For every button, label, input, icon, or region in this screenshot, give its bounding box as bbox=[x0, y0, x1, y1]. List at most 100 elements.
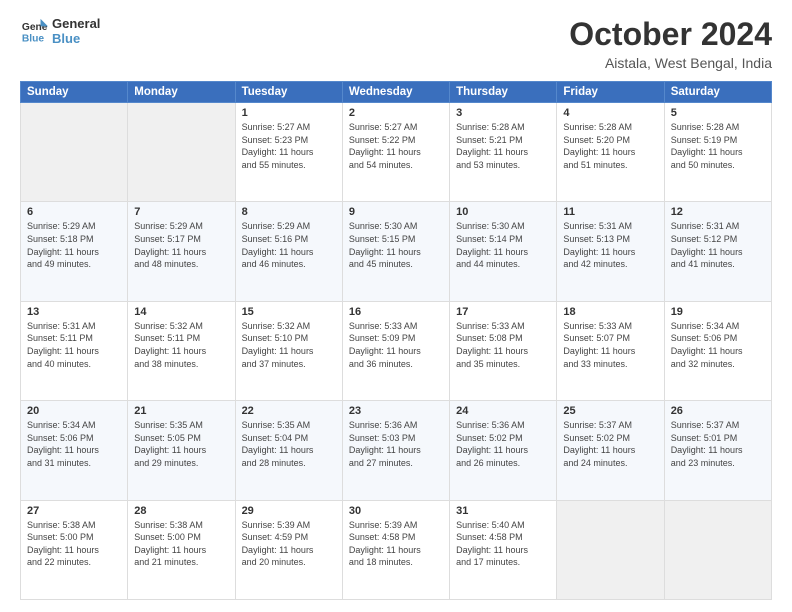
day-number: 29 bbox=[242, 505, 336, 517]
day-cell: 23Sunrise: 5:36 AM Sunset: 5:03 PM Dayli… bbox=[342, 401, 449, 500]
day-number: 24 bbox=[456, 405, 550, 417]
col-tuesday: Tuesday bbox=[235, 82, 342, 103]
location: Aistala, West Bengal, India bbox=[569, 55, 772, 71]
day-number: 7 bbox=[134, 206, 228, 218]
day-number: 9 bbox=[349, 206, 443, 218]
day-number: 25 bbox=[563, 405, 657, 417]
day-cell: 24 Sunrise: 5:36 AM Sunset: 5:02 PM Dayli… bbox=[450, 401, 557, 500]
svg-text:Blue: Blue bbox=[22, 33, 45, 44]
calendar-table: Sunday Monday Tuesday Wednesday Thursday… bbox=[20, 81, 772, 600]
page: General Blue General Blue October 2024 A… bbox=[0, 0, 792, 612]
day-info: Sunrise: 5:28 AM Sunset: 5:19 PM Dayligh… bbox=[671, 121, 765, 171]
day-cell bbox=[664, 500, 771, 599]
day-cell bbox=[128, 103, 235, 202]
day-info: Sunrise: 5:29 AM Sunset: 5:17 PM Dayligh… bbox=[134, 220, 228, 270]
day-cell: 31 Sunrise: 5:40 AM Sunset: 4:58 PM Dayli… bbox=[450, 500, 557, 599]
day-info: Sunrise: 5:30 AM Sunset: 5:15 PM Dayligh… bbox=[349, 220, 443, 270]
day-number: 6 bbox=[27, 206, 121, 218]
day-cell: 5Sunrise: 5:28 AM Sunset: 5:19 PM Daylig… bbox=[664, 103, 771, 202]
day-number: 28 bbox=[134, 505, 228, 517]
day-info: Sunrise: 5:29 AM Sunset: 5:16 PM Dayligh… bbox=[242, 220, 336, 270]
week-row-4: 20 Sunrise: 5:34 AM Sunset: 5:06 PM Dayli… bbox=[21, 401, 772, 500]
day-cell: 3 Sunrise: 5:28 AM Sunset: 5:21 PM Daylig… bbox=[450, 103, 557, 202]
day-cell: 19Sunrise: 5:34 AM Sunset: 5:06 PM Dayli… bbox=[664, 301, 771, 400]
day-info: Sunrise: 5:36 AM Sunset: 5:02 PM Dayligh… bbox=[456, 419, 550, 469]
day-cell: 9 Sunrise: 5:30 AM Sunset: 5:15 PM Daylig… bbox=[342, 202, 449, 301]
day-cell: 16 Sunrise: 5:33 AM Sunset: 5:09 PM Dayli… bbox=[342, 301, 449, 400]
day-cell: 7 Sunrise: 5:29 AM Sunset: 5:17 PM Daylig… bbox=[128, 202, 235, 301]
day-info: Sunrise: 5:31 AM Sunset: 5:12 PM Dayligh… bbox=[671, 220, 765, 270]
logo-line1: General bbox=[52, 16, 100, 31]
day-cell: 29 Sunrise: 5:39 AM Sunset: 4:59 PM Dayli… bbox=[235, 500, 342, 599]
day-info: Sunrise: 5:33 AM Sunset: 5:08 PM Dayligh… bbox=[456, 320, 550, 370]
day-number: 18 bbox=[563, 306, 657, 318]
day-info: Sunrise: 5:35 AM Sunset: 5:04 PM Dayligh… bbox=[242, 419, 336, 469]
day-cell: 28 Sunrise: 5:38 AM Sunset: 5:00 PM Dayli… bbox=[128, 500, 235, 599]
day-number: 16 bbox=[349, 306, 443, 318]
day-cell: 21Sunrise: 5:35 AM Sunset: 5:05 PM Dayli… bbox=[128, 401, 235, 500]
day-cell: 14 Sunrise: 5:32 AM Sunset: 5:11 PM Dayli… bbox=[128, 301, 235, 400]
day-number: 11 bbox=[563, 206, 657, 218]
day-info: Sunrise: 5:30 AM Sunset: 5:14 PM Dayligh… bbox=[456, 220, 550, 270]
day-cell bbox=[21, 103, 128, 202]
day-number: 26 bbox=[671, 405, 765, 417]
day-cell: 4 Sunrise: 5:28 AM Sunset: 5:20 PM Daylig… bbox=[557, 103, 664, 202]
day-cell: 22Sunrise: 5:35 AM Sunset: 5:04 PM Dayli… bbox=[235, 401, 342, 500]
day-number: 12 bbox=[671, 206, 765, 218]
day-info: Sunrise: 5:38 AM Sunset: 5:00 PM Dayligh… bbox=[134, 519, 228, 569]
day-cell: 20 Sunrise: 5:34 AM Sunset: 5:06 PM Dayli… bbox=[21, 401, 128, 500]
day-number: 3 bbox=[456, 107, 550, 119]
day-number: 23 bbox=[349, 405, 443, 417]
day-number: 31 bbox=[456, 505, 550, 517]
day-number: 20 bbox=[27, 405, 121, 417]
day-number: 10 bbox=[456, 206, 550, 218]
day-info: Sunrise: 5:40 AM Sunset: 4:58 PM Dayligh… bbox=[456, 519, 550, 569]
day-cell: 11Sunrise: 5:31 AM Sunset: 5:13 PM Dayli… bbox=[557, 202, 664, 301]
logo: General Blue General Blue bbox=[20, 16, 100, 46]
day-info: Sunrise: 5:28 AM Sunset: 5:20 PM Dayligh… bbox=[563, 121, 657, 171]
day-number: 4 bbox=[563, 107, 657, 119]
day-cell: 12 Sunrise: 5:31 AM Sunset: 5:12 PM Dayli… bbox=[664, 202, 771, 301]
day-info: Sunrise: 5:32 AM Sunset: 5:10 PM Dayligh… bbox=[242, 320, 336, 370]
day-info: Sunrise: 5:33 AM Sunset: 5:07 PM Dayligh… bbox=[563, 320, 657, 370]
day-info: Sunrise: 5:28 AM Sunset: 5:21 PM Dayligh… bbox=[456, 121, 550, 171]
col-monday: Monday bbox=[128, 82, 235, 103]
day-cell: 15 Sunrise: 5:32 AM Sunset: 5:10 PM Dayli… bbox=[235, 301, 342, 400]
day-info: Sunrise: 5:37 AM Sunset: 5:02 PM Dayligh… bbox=[563, 419, 657, 469]
day-cell: 8 Sunrise: 5:29 AM Sunset: 5:16 PM Daylig… bbox=[235, 202, 342, 301]
day-number: 8 bbox=[242, 206, 336, 218]
day-cell: 17 Sunrise: 5:33 AM Sunset: 5:08 PM Dayli… bbox=[450, 301, 557, 400]
day-info: Sunrise: 5:34 AM Sunset: 5:06 PM Dayligh… bbox=[671, 320, 765, 370]
day-number: 17 bbox=[456, 306, 550, 318]
day-cell: 18 Sunrise: 5:33 AM Sunset: 5:07 PM Dayli… bbox=[557, 301, 664, 400]
month-year: October 2024 bbox=[569, 16, 772, 53]
day-info: Sunrise: 5:32 AM Sunset: 5:11 PM Dayligh… bbox=[134, 320, 228, 370]
day-info: Sunrise: 5:27 AM Sunset: 5:23 PM Dayligh… bbox=[242, 121, 336, 171]
day-number: 15 bbox=[242, 306, 336, 318]
day-info: Sunrise: 5:39 AM Sunset: 4:59 PM Dayligh… bbox=[242, 519, 336, 569]
day-cell: 30Sunrise: 5:39 AM Sunset: 4:58 PM Dayli… bbox=[342, 500, 449, 599]
day-cell: 25 Sunrise: 5:37 AM Sunset: 5:02 PM Dayli… bbox=[557, 401, 664, 500]
day-info: Sunrise: 5:34 AM Sunset: 5:06 PM Dayligh… bbox=[27, 419, 121, 469]
col-sunday: Sunday bbox=[21, 82, 128, 103]
day-cell: 1 Sunrise: 5:27 AM Sunset: 5:23 PM Daylig… bbox=[235, 103, 342, 202]
day-number: 13 bbox=[27, 306, 121, 318]
day-number: 1 bbox=[242, 107, 336, 119]
col-saturday: Saturday bbox=[664, 82, 771, 103]
day-cell: 2 Sunrise: 5:27 AM Sunset: 5:22 PM Daylig… bbox=[342, 103, 449, 202]
day-number: 2 bbox=[349, 107, 443, 119]
title-block: October 2024 Aistala, West Bengal, India bbox=[569, 16, 772, 71]
day-info: Sunrise: 5:27 AM Sunset: 5:22 PM Dayligh… bbox=[349, 121, 443, 171]
day-info: Sunrise: 5:33 AM Sunset: 5:09 PM Dayligh… bbox=[349, 320, 443, 370]
day-cell: 26 Sunrise: 5:37 AM Sunset: 5:01 PM Dayli… bbox=[664, 401, 771, 500]
day-cell: 13Sunrise: 5:31 AM Sunset: 5:11 PM Dayli… bbox=[21, 301, 128, 400]
day-cell bbox=[557, 500, 664, 599]
day-number: 14 bbox=[134, 306, 228, 318]
day-info: Sunrise: 5:35 AM Sunset: 5:05 PM Dayligh… bbox=[134, 419, 228, 469]
header: General Blue General Blue October 2024 A… bbox=[20, 16, 772, 71]
day-info: Sunrise: 5:38 AM Sunset: 5:00 PM Dayligh… bbox=[27, 519, 121, 569]
week-row-2: 6Sunrise: 5:29 AM Sunset: 5:18 PM Daylig… bbox=[21, 202, 772, 301]
col-wednesday: Wednesday bbox=[342, 82, 449, 103]
day-number: 30 bbox=[349, 505, 443, 517]
day-info: Sunrise: 5:37 AM Sunset: 5:01 PM Dayligh… bbox=[671, 419, 765, 469]
